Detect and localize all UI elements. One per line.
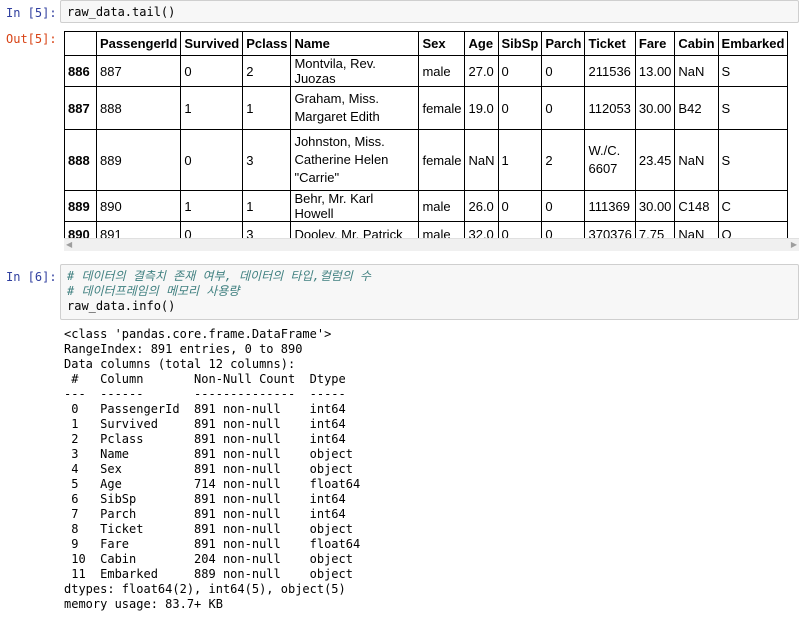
header-embarked: Embarked <box>717 31 789 56</box>
cell-cabin: NaN <box>674 129 719 191</box>
cell-embarked: S <box>717 55 789 87</box>
row-index: 887 <box>64 86 97 130</box>
header-sibsp: SibSp <box>497 31 543 56</box>
cell6-code: raw_data.info() <box>67 299 176 313</box>
header-parch: Parch <box>541 31 586 56</box>
table-row: 887 888 1 1 Graham, Miss. Margaret Edith… <box>64 86 789 130</box>
table-header-row: PassengerId Survived Pclass Name Sex Age… <box>64 31 789 56</box>
cell-embarked: S <box>717 129 789 191</box>
cell-ticket: W./C. 6607 <box>584 129 636 191</box>
cell-sex: male <box>418 55 466 87</box>
header-sex: Sex <box>418 31 466 56</box>
cell-survived: 0 <box>180 55 244 87</box>
cell5-in-prompt: In [5]: <box>6 6 57 20</box>
cell-sibsp: 0 <box>497 190 543 222</box>
cell5-out-prompt: Out[5]: <box>6 32 57 46</box>
header-fare: Fare <box>634 31 676 56</box>
cell-passengerid: 888 <box>95 86 182 130</box>
header-name: Name <box>290 31 420 56</box>
cell-pclass: 1 <box>242 86 292 130</box>
cell-name: Graham, Miss. Margaret Edith <box>290 86 420 130</box>
cell-survived: 0 <box>180 129 244 191</box>
header-pclass: Pclass <box>242 31 292 56</box>
cell-cabin: B42 <box>674 86 719 130</box>
cell-name: Montvila, Rev. Juozas <box>290 55 420 87</box>
cell-pclass: 3 <box>242 129 292 191</box>
table-row: 886 887 0 2 Montvila, Rev. Juozas male 2… <box>64 55 789 87</box>
cell-fare: 30.00 <box>634 190 676 222</box>
cell-parch: 0 <box>541 86 586 130</box>
cell-parch: 2 <box>541 129 586 191</box>
scroll-left-arrow-icon[interactable]: ◀ <box>66 239 72 251</box>
cell-sex: female <box>418 86 466 130</box>
header-index <box>64 31 97 56</box>
cell-name: Johnston, Miss. Catherine Helen "Carrie" <box>290 129 420 191</box>
cell-ticket: 211536 <box>584 55 636 87</box>
row-index: 888 <box>64 129 97 191</box>
row-index: 889 <box>64 190 97 222</box>
cell-age: 26.0 <box>464 190 499 222</box>
cell-age: 19.0 <box>464 86 499 130</box>
cell6-in-prompt: In [6]: <box>6 270 57 284</box>
cell-ticket: 112053 <box>584 86 636 130</box>
cell-pclass: 1 <box>242 190 292 222</box>
cell-fare: 13.00 <box>634 55 676 87</box>
cell-survived: 1 <box>180 190 244 222</box>
cell-sibsp: 1 <box>497 129 543 191</box>
cell-sex: female <box>418 129 466 191</box>
cell-pclass: 2 <box>242 55 292 87</box>
header-age: Age <box>464 31 499 56</box>
cell-cabin: NaN <box>674 55 719 87</box>
cell-sibsp: 0 <box>497 86 543 130</box>
cell-parch: 0 <box>541 190 586 222</box>
cell-fare: 23.45 <box>634 129 676 191</box>
header-ticket: Ticket <box>584 31 636 56</box>
dataframe-table: PassengerId Survived Pclass Name Sex Age… <box>64 31 789 247</box>
cell6-comment-line-2: # 데이터프레임의 메모리 사용량 <box>67 284 240 298</box>
cell-sex: male <box>418 190 466 222</box>
cell-passengerid: 889 <box>95 129 182 191</box>
cell-name: Behr, Mr. Karl Howell <box>290 190 420 222</box>
header-cabin: Cabin <box>674 31 719 56</box>
row-index: 886 <box>64 55 97 87</box>
header-survived: Survived <box>180 31 244 56</box>
table-row: 889 890 1 1 Behr, Mr. Karl Howell male 2… <box>64 190 789 222</box>
cell-passengerid: 890 <box>95 190 182 222</box>
cell5-code-input[interactable]: raw_data.tail() <box>60 0 799 23</box>
cell-age: NaN <box>464 129 499 191</box>
cell6-comment-line-1: # 데이터의 결측치 존재 여부, 데이터의 타입,컬럼의 수 <box>67 269 372 283</box>
header-passengerid: PassengerId <box>95 31 182 56</box>
cell-sibsp: 0 <box>497 55 543 87</box>
cell-age: 27.0 <box>464 55 499 87</box>
cell-survived: 1 <box>180 86 244 130</box>
cell-embarked: S <box>717 86 789 130</box>
scroll-right-arrow-icon[interactable]: ▶ <box>791 239 797 251</box>
cell-passengerid: 887 <box>95 55 182 87</box>
cell6-code-input[interactable]: # 데이터의 결측치 존재 여부, 데이터의 타입,컬럼의 수 # 데이터프레임… <box>60 264 799 320</box>
cell-parch: 0 <box>541 55 586 87</box>
cell-embarked: C <box>717 190 789 222</box>
cell-cabin: C148 <box>674 190 719 222</box>
horizontal-scrollbar[interactable]: ◀ ▶ <box>64 238 799 251</box>
cell5-code: raw_data.tail() <box>67 5 176 19</box>
table-row: 888 889 0 3 Johnston, Miss. Catherine He… <box>64 129 789 191</box>
cell6-output-text: <class 'pandas.core.frame.DataFrame'> Ra… <box>64 327 361 611</box>
cell-ticket: 111369 <box>584 190 636 222</box>
cell-fare: 30.00 <box>634 86 676 130</box>
